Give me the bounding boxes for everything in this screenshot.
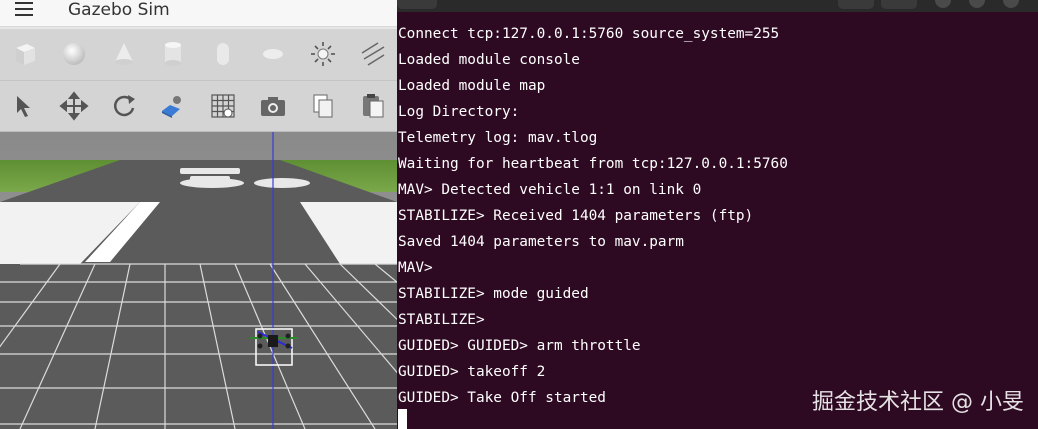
terminal-line: MAV> [398,260,433,276]
hamburger-menu-icon[interactable] [13,0,35,20]
capsule-icon[interactable] [203,34,243,74]
view-angle-icon[interactable] [153,86,193,126]
terminal-line: Loaded module map [398,78,546,94]
gazebo-window: Gazebo Sim [0,0,397,429]
terminal-window[interactable]: Connect tcp:127.0.0.1:5760 source_system… [397,0,1038,429]
terminal-line: Saved 1404 parameters to mav.parm [398,234,684,250]
terminal-output: Connect tcp:127.0.0.1:5760 source_system… [398,21,788,411]
terminal-header [397,0,1038,12]
transform-toolbar [0,81,397,132]
copy-icon[interactable] [303,86,343,126]
terminal-line: Connect tcp:127.0.0.1:5760 source_system… [398,26,780,42]
minimize-icon[interactable] [935,0,951,8]
lines-icon[interactable] [353,34,393,74]
terminal-line: GUIDED> Take Off started [398,390,606,406]
terminal-search-button[interactable] [838,0,874,9]
close-icon[interactable] [1003,0,1019,8]
light-icon[interactable] [303,34,343,74]
terminal-line: GUIDED> takeoff 2 [398,364,546,380]
terminal-line: GUIDED> GUIDED> arm throttle [398,338,641,354]
terminal-line: STABILIZE> [398,312,485,328]
terminal-line: STABILIZE> Received 1404 parameters (ftp… [398,208,754,224]
terminal-line: MAV> Detected vehicle 1:1 on link 0 [398,182,702,198]
scene-viewport[interactable] [0,132,397,429]
terminal-menu-button[interactable] [881,0,917,9]
terminal-cursor[interactable] [398,409,407,429]
watermark: 掘金技术社区 @ 小旻 [812,390,1024,415]
terminal-line: Loaded module console [398,52,580,68]
screenshot-icon[interactable] [253,86,293,126]
gazebo-header: Gazebo Sim [0,0,397,27]
ellipsoid-icon[interactable] [253,34,293,74]
translate-icon[interactable] [54,86,94,126]
cylinder-icon[interactable] [153,34,193,74]
maximize-icon[interactable] [969,0,985,8]
box-icon[interactable] [5,34,45,74]
paste-icon[interactable] [353,86,393,126]
terminal-line: Telemetry log: mav.tlog [398,130,598,146]
app-title: Gazebo Sim [68,0,170,20]
rotate-icon[interactable] [104,86,144,126]
terminal-line: Waiting for heartbeat from tcp:127.0.0.1… [398,156,788,172]
select-arrow-icon[interactable] [5,86,45,126]
shapes-toolbar [0,29,397,81]
terminal-line: STABILIZE> mode guided [398,286,589,302]
grid-snap-icon[interactable] [203,86,243,126]
sphere-icon[interactable] [54,34,94,74]
terminal-line: Log Directory: [398,104,520,120]
terminal-tab-button[interactable] [397,0,437,9]
cone-icon[interactable] [104,34,144,74]
